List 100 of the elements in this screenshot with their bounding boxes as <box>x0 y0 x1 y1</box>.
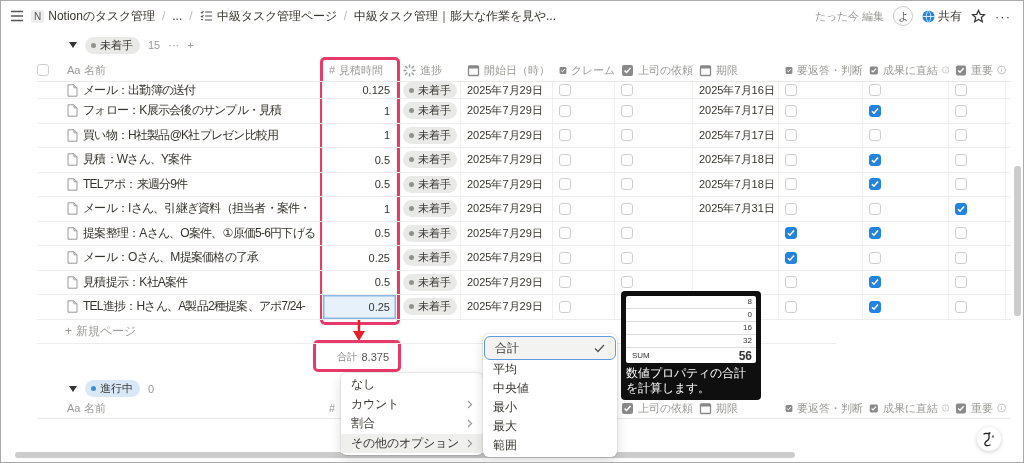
date-text: 2025年7月18日 <box>699 152 775 168</box>
menu-item[interactable]: 割合 <box>341 414 483 434</box>
checkbox[interactable] <box>955 202 967 215</box>
checkbox[interactable] <box>955 276 967 289</box>
page-title: メール：出勤簿の送付 <box>83 82 196 98</box>
checkbox[interactable] <box>955 153 967 166</box>
more-button[interactable]: ··· <box>995 8 1011 24</box>
checkbox[interactable] <box>955 300 967 313</box>
page-icon <box>67 177 78 191</box>
status-tag: 未着手 <box>403 151 457 169</box>
checkbox[interactable] <box>621 227 633 240</box>
checkbox[interactable] <box>621 129 633 142</box>
menu-item[interactable]: 最大 <box>483 417 617 436</box>
checkbox[interactable] <box>785 276 797 289</box>
sum-label: SUM <box>632 351 650 360</box>
page-title-cell[interactable]: 見積：Wさん、Y案件 <box>61 148 323 172</box>
menu-item[interactable]: 範囲 <box>483 436 617 455</box>
table-cell: 1 <box>323 123 397 147</box>
checkbox[interactable] <box>621 153 633 166</box>
menu-item[interactable]: 合計 <box>484 336 616 360</box>
select-all-checkbox[interactable] <box>37 64 49 76</box>
checkbox[interactable] <box>869 251 881 264</box>
checkbox[interactable] <box>869 84 881 96</box>
checkbox[interactable] <box>869 202 881 215</box>
menu-item[interactable]: 最小 <box>483 398 617 417</box>
page-title-cell[interactable]: 買い物：H社製品@K社プレゼン比較用 <box>61 123 323 147</box>
page-icon <box>67 104 78 118</box>
page-title-cell[interactable]: メール：Iさん、引継ぎ資料（担当者・案件・ <box>61 197 323 221</box>
checkbox[interactable] <box>869 104 881 117</box>
menu-item[interactable]: 平均 <box>483 360 617 379</box>
checkbox[interactable] <box>869 300 881 313</box>
checkbox[interactable] <box>785 202 797 215</box>
menu-item[interactable]: カウント <box>341 394 483 414</box>
menu-item[interactable]: その他のオプション <box>341 433 483 453</box>
checkbox[interactable] <box>621 84 633 96</box>
checkbox[interactable] <box>955 178 967 191</box>
breadcrumb-link[interactable]: ... <box>170 8 185 24</box>
checkbox[interactable] <box>559 153 571 166</box>
breadcrumb-link[interactable]: 中級タスク管理ページ <box>197 6 339 26</box>
checkbox[interactable] <box>785 251 797 264</box>
checkbox[interactable] <box>621 276 633 289</box>
breadcrumb-link[interactable]: 中級タスク管理｜膨大な作業を見や... <box>351 6 558 26</box>
page-title-cell[interactable]: メール：Oさん、M提案価格の了承 <box>61 246 323 270</box>
checkbox[interactable] <box>559 227 571 240</box>
checkbox[interactable] <box>785 227 797 240</box>
menu-item[interactable]: なし <box>341 375 483 395</box>
checkbox[interactable] <box>559 300 571 313</box>
checkbox[interactable] <box>559 276 571 289</box>
breadcrumb-link[interactable]: N Notionのタスク管理 <box>29 6 157 26</box>
share-button[interactable]: 共有 <box>922 7 962 25</box>
checkbox[interactable] <box>785 104 797 117</box>
checkbox[interactable] <box>955 84 967 96</box>
date-text: 2025年7月18日 <box>699 176 775 192</box>
checkbox[interactable] <box>621 251 633 264</box>
checkbox[interactable] <box>621 202 633 215</box>
checkbox[interactable] <box>785 84 797 96</box>
date-text: 2025年7月16日 <box>699 82 775 98</box>
menu-item[interactable]: 中央値 <box>483 379 617 398</box>
collapse-toggle[interactable] <box>69 384 77 393</box>
checkbox[interactable] <box>955 104 967 117</box>
page-title-cell[interactable]: メール：出勤簿の送付 <box>61 82 323 98</box>
page-title-cell[interactable]: フォロー：K展示会後のサンプル・見積 <box>61 99 323 123</box>
checkbox[interactable] <box>785 178 797 191</box>
status-tag: 未着手 <box>403 249 457 267</box>
page-title: 提案整理：Aさん、O案件、①原価5-6円下げる <box>83 224 316 242</box>
checkbox[interactable] <box>955 251 967 264</box>
help-icon <box>982 431 996 447</box>
checkbox[interactable] <box>559 178 571 191</box>
checkbox[interactable] <box>869 129 881 142</box>
column-label: クレーム <box>571 62 615 78</box>
help-button[interactable] <box>977 427 1001 451</box>
checkbox[interactable] <box>559 104 571 117</box>
checkbox[interactable] <box>621 178 633 191</box>
page-title-cell[interactable]: 提案整理：Aさん、O案件、①原価5-6円下げる <box>61 221 323 245</box>
checkbox[interactable] <box>785 300 797 313</box>
checkbox[interactable] <box>869 153 881 166</box>
checkbox[interactable] <box>869 227 881 240</box>
date-text: 2025年7月29日 <box>467 274 543 290</box>
checkbox[interactable] <box>559 251 571 264</box>
checkbox[interactable] <box>869 276 881 289</box>
menu-icon[interactable] <box>10 10 24 22</box>
sum-calculation[interactable]: 合計 8.375 <box>323 343 397 370</box>
page-title-cell[interactable]: 見積提示：K社A案件 <box>61 270 323 294</box>
checkbox[interactable] <box>621 104 633 117</box>
collapse-toggle[interactable] <box>69 41 77 49</box>
checkbox[interactable] <box>559 202 571 215</box>
checkbox[interactable] <box>869 178 881 191</box>
status-tag: 未着手 <box>403 175 457 193</box>
checkbox-icon <box>869 63 879 77</box>
table-cell: 1 <box>323 197 397 221</box>
star-icon[interactable] <box>971 8 986 24</box>
page-title-cell[interactable]: TELアポ：来週分9件 <box>61 172 323 196</box>
checkbox[interactable] <box>955 227 967 240</box>
checkbox[interactable] <box>785 129 797 142</box>
scrollbar-thumb[interactable] <box>1014 166 1021 316</box>
checkbox[interactable] <box>955 129 967 142</box>
checkbox[interactable] <box>559 129 571 142</box>
checkbox[interactable] <box>559 84 571 96</box>
checkbox[interactable] <box>785 153 797 166</box>
column-label: 見積時間 <box>339 62 384 78</box>
